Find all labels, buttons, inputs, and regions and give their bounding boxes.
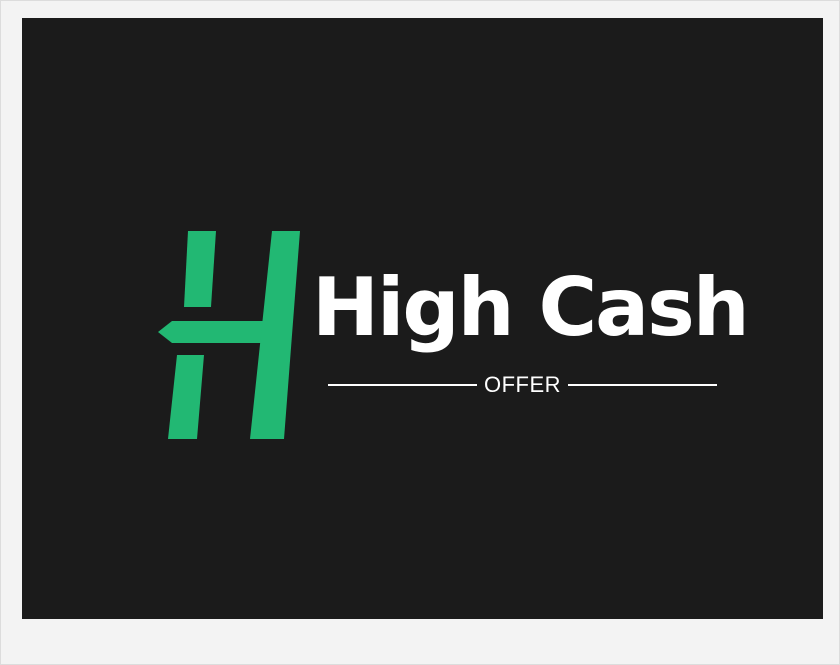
tagline-right-rule (568, 384, 717, 386)
image-frame: High Cash OFFER (0, 0, 840, 665)
tagline-left-rule (328, 384, 477, 386)
h-monogram-icon (158, 231, 300, 439)
h-crossbar-arrow (158, 321, 270, 343)
brand-name: High Cash (312, 261, 750, 354)
logo-panel: High Cash OFFER (22, 18, 823, 619)
tagline: OFFER (483, 372, 562, 397)
h-left-lower-stroke (168, 355, 204, 439)
h-left-upper-stroke (184, 231, 216, 307)
tagline-row: OFFER (328, 370, 717, 400)
